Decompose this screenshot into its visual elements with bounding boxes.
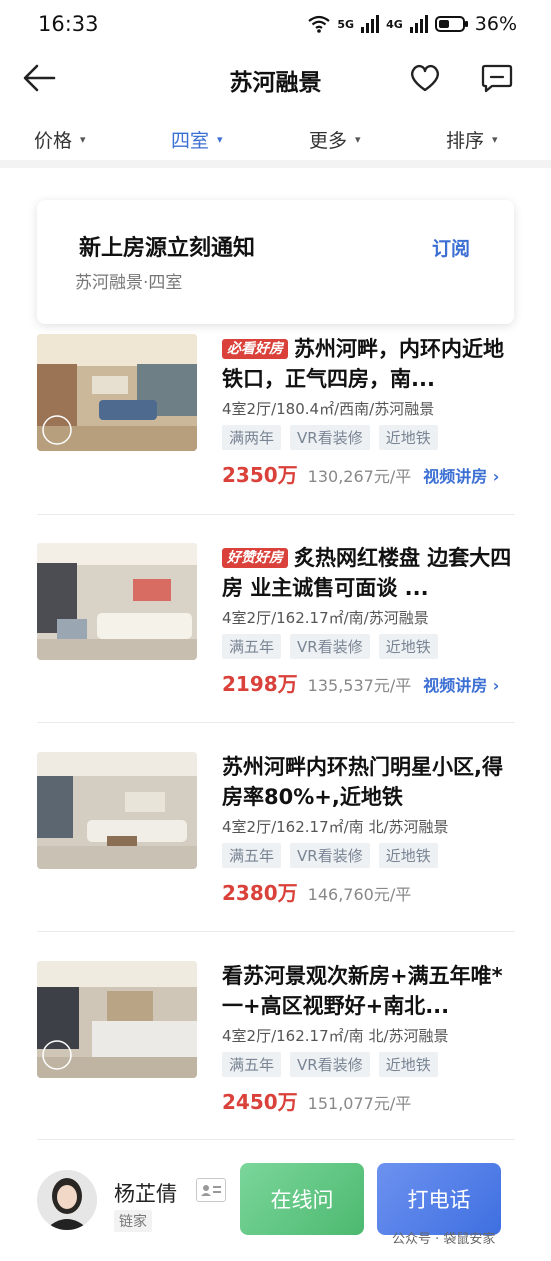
listing-info: 好赞好房 炙热网红楼盘 边套大四房 业主诚售可面谈 ... 4室2厅/162.17… [222,543,518,697]
filter-divider [0,160,551,168]
message-icon[interactable] [480,62,514,94]
listing-tag: VR看装修 [290,425,370,450]
agency-badge: 链家 [114,1210,152,1232]
listing-unit-price: 146,760元/平 [307,885,412,904]
heart-icon[interactable] [408,62,442,94]
chevron-down-icon: ▾ [217,133,223,146]
listing-tags: 满五年 VR看装修 近地铁 [222,634,518,659]
listing-price-row: 2198万 135,537元/平 视频讲房 › [222,668,518,697]
listing-divider [37,722,515,723]
network-4g-label: 4G [386,17,403,31]
listing-info: 看苏河景观次新房+满五年唯*一+高区视野好+南北... 4室2厅/162.17㎡… [222,961,518,1115]
listing-photo [37,752,197,869]
filter-sort[interactable]: 排序 ▾ [446,126,498,153]
chevron-down-icon: ▾ [492,133,498,146]
listing-tags: 满两年 VR看装修 近地铁 [222,425,518,450]
video-tour-link[interactable]: 视频讲房 › [423,463,499,487]
online-chat-button[interactable]: 在线问 [240,1163,364,1235]
filter-price-label: 价格 [34,130,73,152]
listing-price: 2198万 [222,672,298,696]
listing-title: 必看好房 苏州河畔，内环内近地铁口，正气四房，南... [222,334,518,394]
status-icons: 5G 4G 36% [307,13,517,35]
avatar[interactable] [37,1170,97,1230]
network-5g-label: 5G [337,17,355,31]
listing-title: 苏州河畔内环热门明星小区,得房率80%+,近地铁 [222,755,503,809]
listing-unit-price: 135,537元/平 [307,676,412,695]
listing-title: 好赞好房 炙热网红楼盘 边套大四房 业主诚售可面谈 ... [222,543,518,603]
listing-badge: 必看好房 [222,339,288,359]
listing-price: 2380万 [222,881,298,905]
listing-tag: VR看装修 [290,634,370,659]
listing-info: 必看好房 苏州河畔，内环内近地铁口，正气四房，南... 4室2厅/180.4㎡/西… [222,334,518,488]
listing-tag: 满五年 [222,843,282,868]
filter-rooms-label: 四室 [171,130,210,152]
listing-badge: 好赞好房 [222,548,288,568]
listing-price-row: 2350万 130,267元/平 视频讲房 › [222,459,518,488]
listing-photo [37,543,197,660]
listing-price-row: 2450万 151,077元/平 [222,1086,518,1115]
listing-tag: 近地铁 [378,634,438,659]
listing-info: 苏州河畔内环热门明星小区,得房率80%+,近地铁 4室2厅/162.17㎡/南 … [222,752,518,906]
listing-tag: 近地铁 [378,425,438,450]
listing-item[interactable]: 必看好房 苏州河畔，内环内近地铁口，正气四房，南... 4室2厅/180.4㎡/西… [37,334,515,534]
status-bar: 16:33 5G 4G 36% [0,0,551,50]
filter-more-label: 更多 [309,130,348,152]
id-card-icon[interactable] [196,1178,226,1202]
listing-title: 看苏河景观次新房+满五年唯*一+高区视野好+南北... [222,964,503,1018]
listing-tag: 满五年 [222,634,282,659]
filter-bar: 价格 ▾ 四室 ▾ 更多 ▾ 排序 ▾ [0,118,551,158]
filter-price[interactable]: 价格 ▾ [34,126,86,153]
notify-title: 新上房源立刻通知 [79,236,256,261]
listing-meta: 4室2厅/162.17㎡/南 北/苏河融景 [222,1027,449,1045]
listing-tags: 满五年 VR看装修 近地铁 [222,843,518,868]
listing-photo [37,961,197,1078]
listing-price: 2450万 [222,1090,298,1114]
listing-item[interactable]: 苏州河畔内环热门明星小区,得房率80%+,近地铁 4室2厅/162.17㎡/南 … [37,752,515,952]
listing-divider [37,514,515,515]
agent-name: 杨芷倩 [114,1182,177,1206]
notify-card[interactable]: 新上房源立刻通知 苏河融景·四室 订阅 [37,200,514,324]
subscribe-button[interactable]: 订阅 [432,234,470,261]
status-time: 16:33 [38,12,99,36]
listing-tag: 满两年 [222,425,282,450]
listing-tags: 满五年 VR看装修 近地铁 [222,1052,518,1077]
listing-unit-price: 130,267元/平 [307,467,412,486]
listing-tag: VR看装修 [290,1052,370,1077]
chevron-down-icon: ▾ [355,133,361,146]
signal-icon-2 [409,15,428,33]
top-nav: 苏河融景 [0,50,551,106]
filter-sort-label: 排序 [446,130,485,152]
agent-bar: 杨芷倩 链家 在线问 打电话 公众号 · 袋鼠安家 [0,1140,551,1261]
call-button[interactable]: 打电话 [377,1163,501,1235]
battery-icon [434,16,468,32]
listing-tag: 近地铁 [378,843,438,868]
filter-rooms[interactable]: 四室 ▾ [171,126,223,153]
page-title: 苏河融景 [229,70,322,96]
listing-item[interactable]: 看苏河景观次新房+满五年唯*一+高区视野好+南北... 4室2厅/162.17㎡… [37,961,515,1161]
chevron-down-icon: ▾ [80,133,86,146]
battery-percent: 36% [474,13,517,35]
watermark: 公众号 · 袋鼠安家 [392,1232,496,1247]
filter-more[interactable]: 更多 ▾ [309,126,361,153]
listing-meta: 4室2厅/162.17㎡/南 北/苏河融景 [222,818,449,836]
listing-meta: 4室2厅/162.17㎡/南/苏河融景 [222,609,429,627]
listing-tag: VR看装修 [290,843,370,868]
wifi-icon [308,15,331,33]
listing-price-row: 2380万 146,760元/平 [222,877,518,906]
notify-subtitle: 苏河融景·四室 [75,273,183,293]
listing-item[interactable]: 好赞好房 炙热网红楼盘 边套大四房 业主诚售可面谈 ... 4室2厅/162.17… [37,543,515,743]
listing-photo [37,334,197,451]
listing-tag: 近地铁 [378,1052,438,1077]
listing-tag: 满五年 [222,1052,282,1077]
listing-meta: 4室2厅/180.4㎡/西南/苏河融景 [222,400,435,418]
video-tour-link[interactable]: 视频讲房 › [423,672,499,696]
signal-icon [361,15,380,33]
listing-unit-price: 151,077元/平 [307,1094,412,1113]
listing-price: 2350万 [222,463,298,487]
listing-divider [37,931,515,932]
